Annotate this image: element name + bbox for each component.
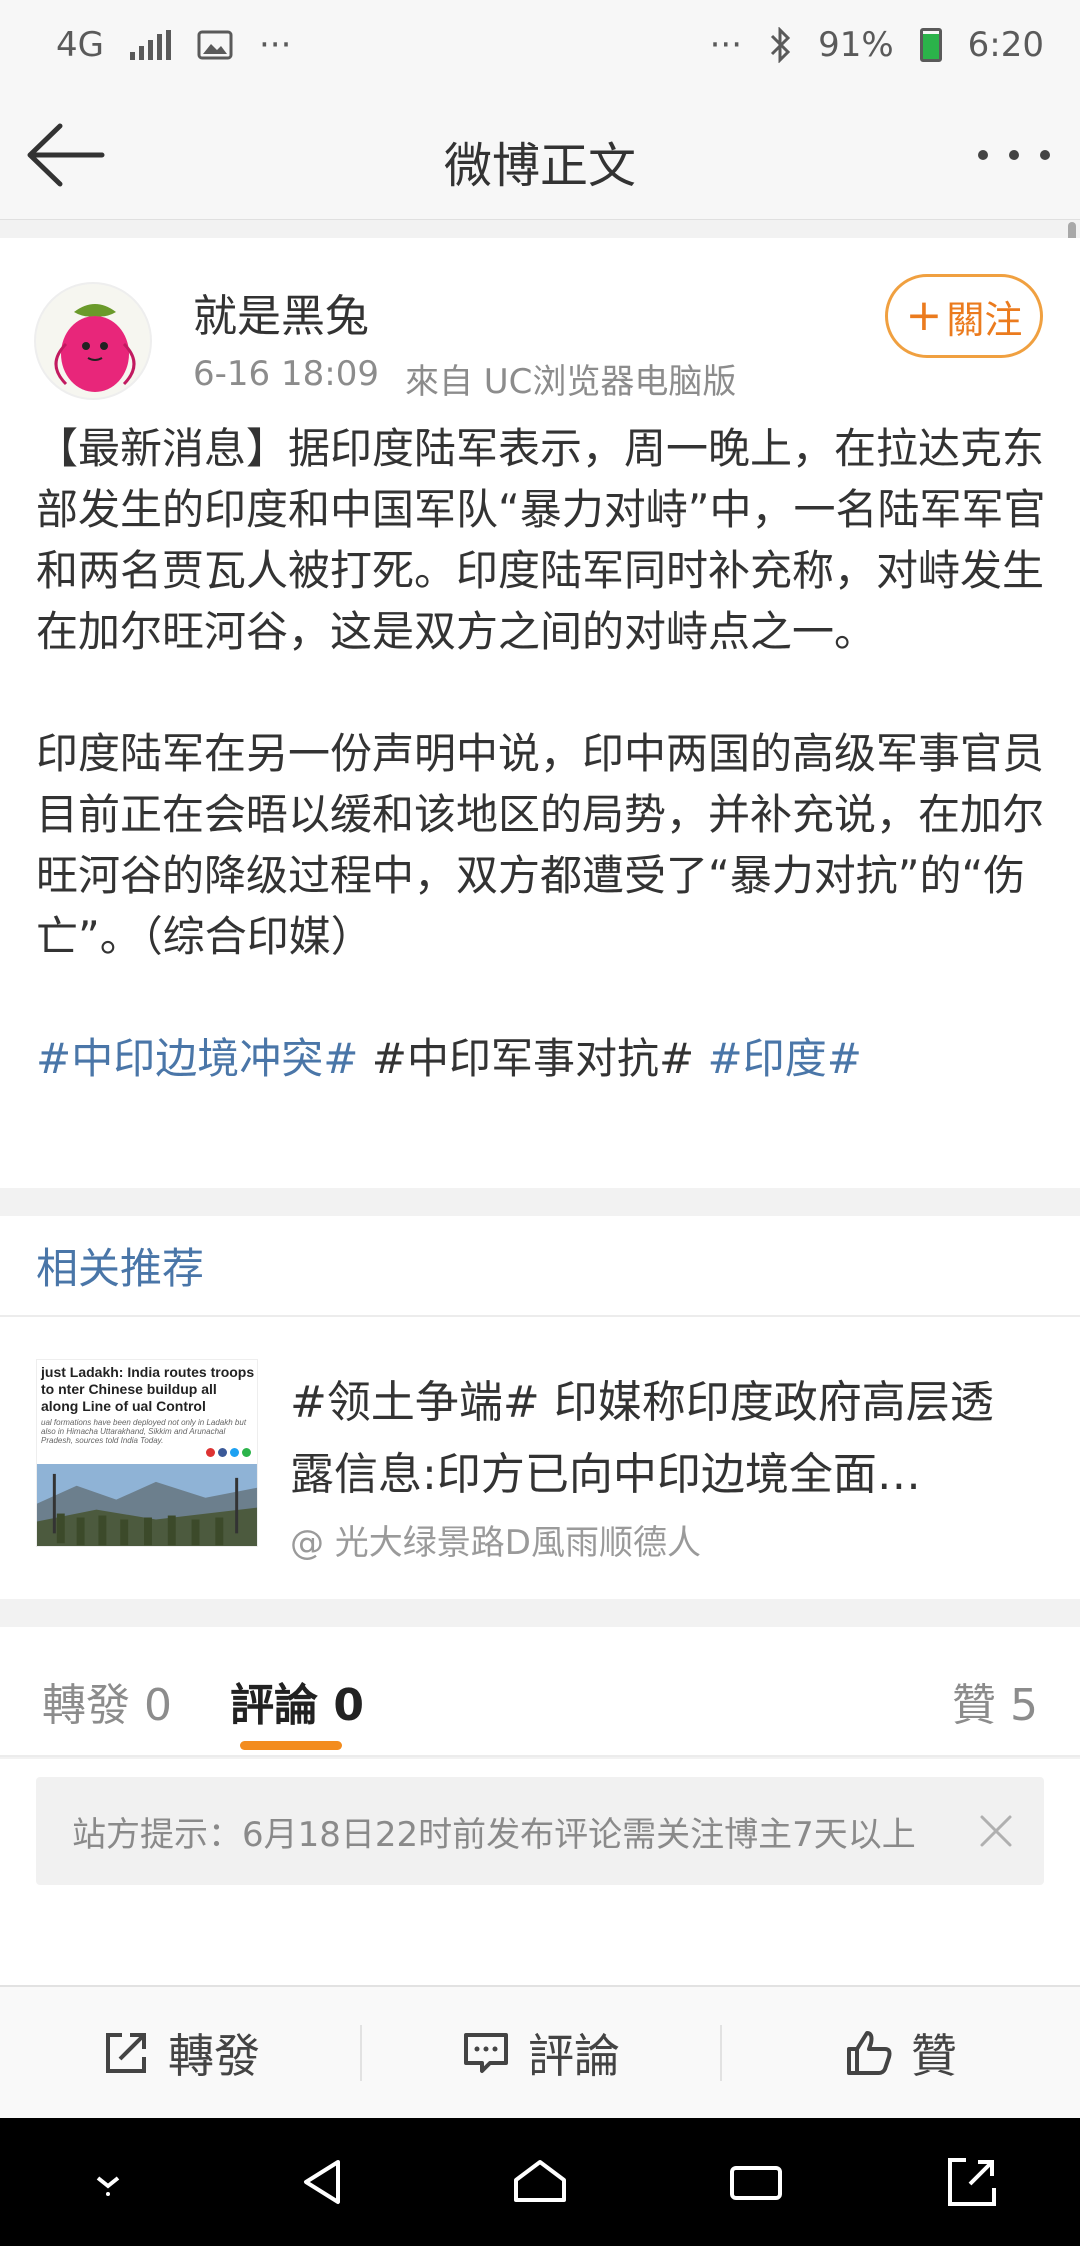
clock: 6:20	[967, 25, 1044, 65]
network-indicator: 4G	[56, 25, 104, 65]
back-triangle-icon	[304, 2160, 340, 2204]
bottom-action-bar: 轉發 評論 贊	[0, 1985, 1080, 2118]
post-paragraph: 【最新消息】据印度陆军表示，周一晚上，在拉达克东部发生的印度和中国军队“暴力对峙…	[36, 424, 1046, 656]
comment-area: 站方提示：6月18日22时前发布评论需关注博主7天以上	[0, 1759, 1080, 1985]
thumbnail-photo	[37, 1464, 257, 1546]
comment-label: 評論	[528, 2028, 620, 2083]
tab-comment[interactable]: 評論 0	[230, 1669, 364, 1733]
share-icons	[206, 1448, 251, 1457]
chevron-down-icon	[96, 2176, 120, 2196]
status-bar: 4G ··· ··· 91% 6:20	[0, 0, 1080, 90]
signal-icon	[129, 30, 171, 60]
home-icon	[514, 2160, 566, 2202]
more-status-icon: ···	[709, 25, 743, 65]
post-time: 6-16 18:09	[193, 354, 379, 394]
battery-percent: 91%	[818, 25, 894, 65]
nav-collapse-button[interactable]	[73, 2147, 143, 2217]
like-label: 贊	[911, 2028, 957, 2083]
page-title: 微博正文	[443, 138, 636, 194]
comment-icon	[464, 2032, 508, 2073]
avatar[interactable]	[34, 282, 152, 400]
more-notifications-icon: ···	[258, 25, 292, 65]
plus-icon: +	[905, 290, 943, 341]
nav-recents-button[interactable]	[721, 2147, 791, 2217]
post-card: 就是黑兔 6-16 18:09 來自 UC浏览器电脑版 + 關注 【最新消息】据…	[0, 238, 1080, 1188]
nav-home-button[interactable]	[505, 2147, 575, 2217]
active-tab-indicator	[240, 1741, 342, 1750]
related-item[interactable]: just Ladakh: India routes troops to nter…	[0, 1319, 1080, 1599]
repost-label: 轉發	[168, 2028, 260, 2083]
share-icon	[106, 2032, 146, 2073]
repost-button[interactable]: 轉發	[0, 1987, 360, 2118]
close-icon[interactable]	[976, 1811, 1016, 1851]
system-nav-bar	[0, 2118, 1080, 2246]
hashtag-link[interactable]: #中印边境冲突#	[36, 1034, 358, 1083]
tab-like[interactable]: 贊 5	[952, 1669, 1038, 1733]
hashtag-text: #中印军事对抗#	[371, 1034, 695, 1083]
title-bar: 微博正文	[0, 90, 1080, 220]
like-button[interactable]: 贊	[720, 1987, 1080, 2118]
follow-label: 關注	[946, 297, 1023, 342]
battery-icon	[919, 28, 942, 62]
follow-button[interactable]: + 關注	[885, 274, 1043, 358]
post-body: 【最新消息】据印度陆军表示，周一晚上，在拉达克东部发生的印度和中国军队“暴力对峙…	[36, 418, 1046, 1089]
more-options-icon[interactable]	[978, 140, 1050, 170]
interaction-tabs: 轉發 0 評論 0 贊 5	[0, 1627, 1080, 1757]
notice-text: 站方提示：6月18日22时前发布评论需关注博主7天以上	[72, 1814, 916, 1855]
related-section: 相关推荐 just Ladakh: India routes troops to…	[0, 1216, 1080, 1599]
related-source: @ 光大绿景路D風雨顺德人	[290, 1523, 701, 1563]
image-icon	[197, 30, 233, 60]
post-meta: 6-16 18:09 來自 UC浏览器电脑版	[193, 354, 736, 403]
comment-button[interactable]: 評論	[360, 1987, 720, 2118]
related-header: 相关推荐	[0, 1216, 1080, 1317]
post-source: 來自 UC浏览器电脑版	[404, 362, 737, 402]
bluetooth-icon	[768, 27, 792, 63]
post-paragraph: 印度陆军在另一份声明中说，印中两国的高级军事官员目前正在会晤以缓和该地区的局势，…	[36, 729, 1045, 961]
recents-icon	[730, 2166, 782, 2200]
thumbs-up-icon	[847, 2030, 892, 2075]
nav-expand-button[interactable]	[937, 2147, 1007, 2217]
author-name[interactable]: 就是黑兔	[193, 280, 369, 344]
expand-icon	[948, 2158, 996, 2206]
hashtag-link[interactable]: #印度#	[708, 1034, 862, 1083]
tab-repost[interactable]: 轉發 0	[42, 1669, 172, 1733]
related-thumbnail: just Ladakh: India routes troops to nter…	[36, 1359, 258, 1547]
site-notice: 站方提示：6月18日22时前发布评论需关注博主7天以上	[36, 1777, 1044, 1885]
hashtag-list: #中印边境冲突# #中印军事对抗# #印度#	[36, 1028, 1046, 1089]
thumbnail-subtext: ual formations have been deployed not on…	[41, 1418, 247, 1445]
nav-back-button[interactable]	[289, 2147, 359, 2217]
related-title[interactable]: #领土争端# 印媒称印度政府高层透露信息:印方已向中印边境全面…	[290, 1367, 1030, 1511]
thumbnail-headline: just Ladakh: India routes troops to nter…	[41, 1364, 255, 1414]
